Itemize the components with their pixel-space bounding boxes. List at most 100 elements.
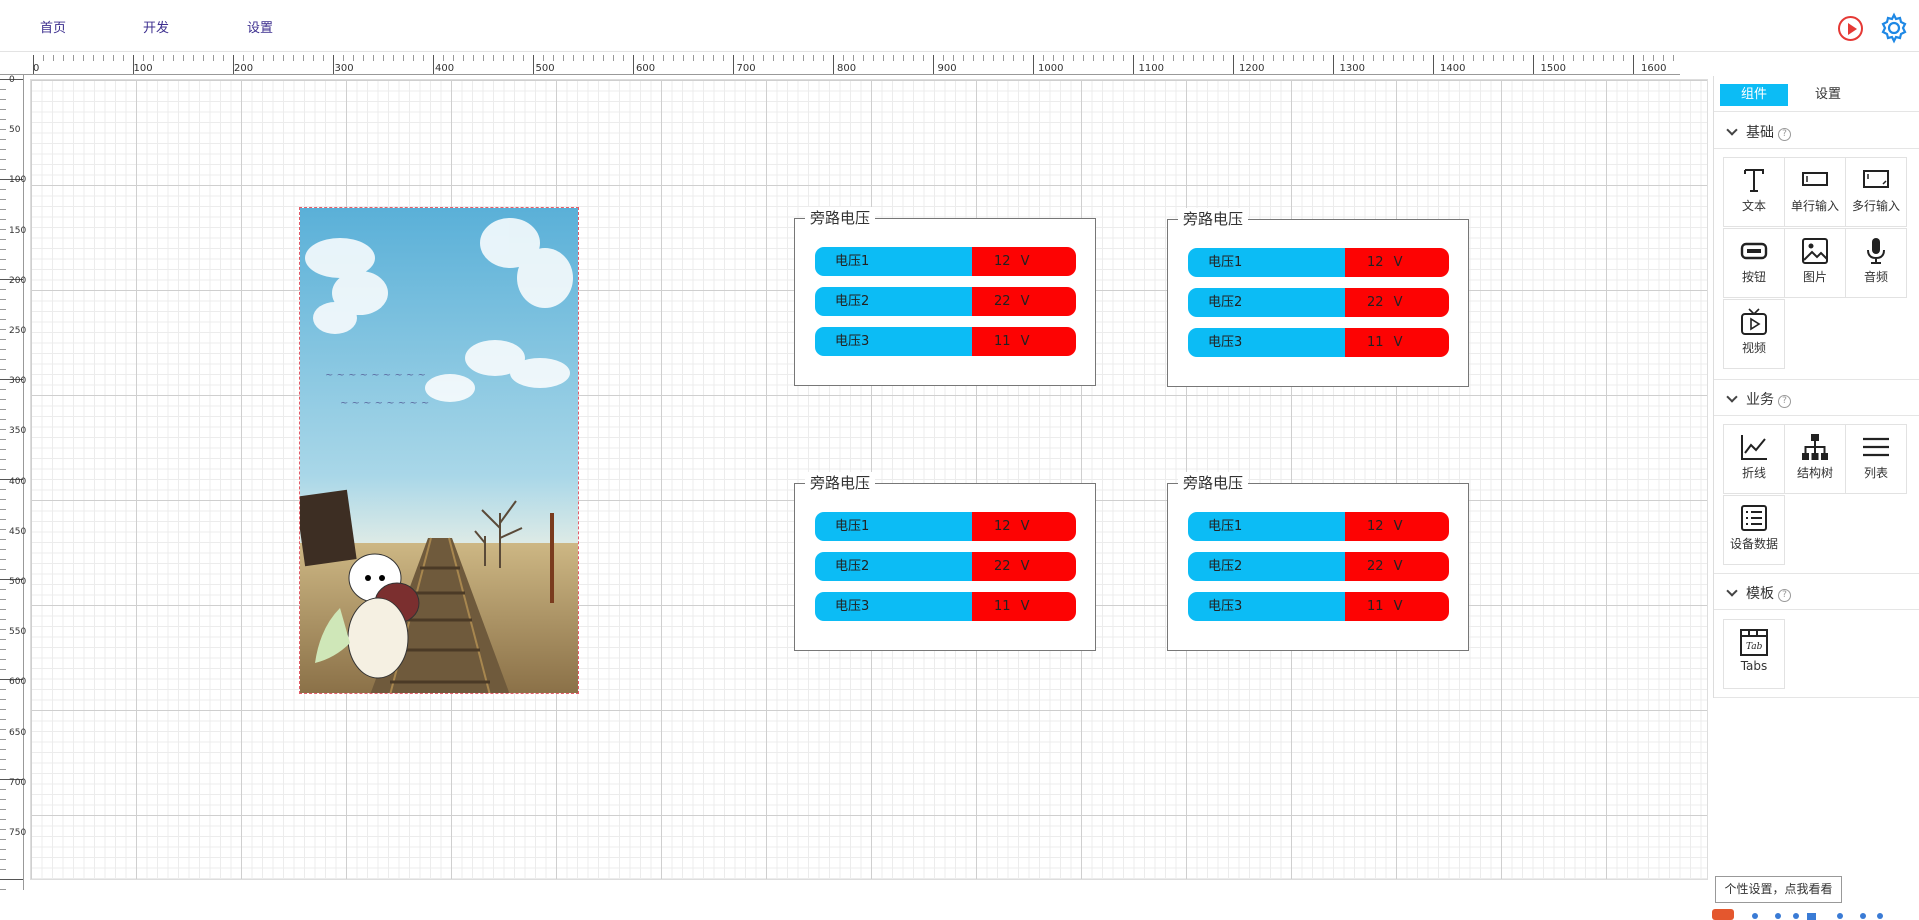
help-icon[interactable]: ?	[1778, 589, 1791, 602]
voltage-label: 电压1	[815, 512, 972, 541]
ruler-left-label: 50	[9, 125, 21, 136]
sidebar-tabs: 组件 设置	[1714, 76, 1919, 112]
voltage-row: 电压1 12 V	[815, 247, 1076, 276]
component-line-chart[interactable]: 折线	[1723, 424, 1785, 494]
section-business-header[interactable]: 业务?	[1726, 389, 1791, 409]
ruler-top-label: 800	[837, 63, 857, 74]
ruler-left-label: 100	[9, 175, 27, 186]
ruler-top-label: 0	[33, 63, 40, 74]
voltage-label: 电压3	[815, 327, 972, 356]
video-icon	[1741, 308, 1767, 335]
voltage-value: 12 V	[1345, 512, 1449, 541]
ruler-top-label: 200	[234, 63, 254, 74]
nav-home[interactable]: 首页	[40, 17, 66, 36]
tile-label: 结构树	[1796, 466, 1833, 480]
ruler-top-label: 1200	[1239, 63, 1265, 74]
component-device-data[interactable]: 设备数据	[1723, 495, 1785, 565]
ruler-top-label: 500	[535, 63, 555, 74]
voltage-label: 电压2	[1188, 552, 1345, 581]
play-icon[interactable]	[1838, 16, 1863, 41]
section-title: 基础	[1746, 125, 1774, 141]
tile-label: 文本	[1741, 199, 1766, 213]
section-title: 业务	[1746, 392, 1774, 408]
ruler-left-label: 700	[9, 777, 27, 788]
help-icon[interactable]: ?	[1778, 128, 1791, 141]
ruler-left-label: 150	[9, 225, 27, 236]
chevron-down-icon	[1726, 124, 1738, 136]
voltage-row: 电压3 11 V	[815, 592, 1076, 621]
nav-develop[interactable]: 开发	[143, 17, 169, 36]
svg-text:~ ~ ~ ~ ~ ~ ~ ~: ~ ~ ~ ~ ~ ~ ~ ~	[340, 398, 429, 409]
voltage-value: 11 V	[972, 327, 1076, 356]
component-multi-line-input[interactable]: 多行输入	[1845, 157, 1907, 227]
tabs-icon: Tab	[1740, 629, 1768, 656]
device-data-icon	[1741, 505, 1767, 531]
chevron-down-icon	[1726, 391, 1738, 403]
tile-label: 多行输入	[1851, 199, 1900, 213]
voltage-value: 12 V	[972, 247, 1076, 276]
svg-text:~ ~ ~ ~ ~ ~ ~ ~ ~: ~ ~ ~ ~ ~ ~ ~ ~ ~	[325, 370, 426, 381]
voltage-row: 电压1 12 V	[1188, 248, 1449, 277]
voltage-row: 电压2 22 V	[815, 552, 1076, 581]
tile-label: Tabs	[1740, 659, 1768, 673]
component-tabs[interactable]: Tab Tabs	[1723, 619, 1785, 689]
text-icon	[1744, 169, 1764, 192]
panel-title: 旁路电压	[805, 472, 876, 493]
bypass-voltage-panel[interactable]: 旁路电压 电压1 12 V 电压2 22 V 电压3 11 V	[1167, 472, 1469, 651]
voltage-row: 电压2 22 V	[815, 287, 1076, 316]
voltage-row: 电压2 22 V	[1188, 552, 1449, 581]
line-chart-icon	[1741, 435, 1767, 460]
voltage-row: 电压3 11 V	[1188, 592, 1449, 621]
railway-cartoon-image: ~ ~ ~ ~ ~ ~ ~ ~ ~ ~ ~ ~ ~ ~ ~ ~ ~	[300, 208, 578, 693]
ruler-top-label: 300	[334, 63, 354, 74]
component-text[interactable]: 文本	[1723, 157, 1785, 227]
ruler-top-label: 700	[736, 63, 756, 74]
component-video[interactable]: 视频	[1723, 299, 1785, 369]
canvas-image[interactable]: ~ ~ ~ ~ ~ ~ ~ ~ ~ ~ ~ ~ ~ ~ ~ ~ ~	[299, 207, 579, 694]
section-title: 模板	[1746, 586, 1774, 602]
component-audio[interactable]: 音频	[1845, 228, 1907, 298]
voltage-value: 22 V	[972, 552, 1076, 581]
ruler-left-label: 650	[9, 727, 27, 738]
gear-icon[interactable]	[1878, 12, 1910, 44]
bypass-voltage-panel[interactable]: 旁路电压 电压1 12 V 电压2 22 V 电压3 11 V	[1167, 208, 1469, 387]
personal-settings-tooltip[interactable]: 个性设置，点我看看	[1715, 876, 1842, 903]
top-navigation-bar: 首页 开发 设置	[0, 0, 1919, 52]
component-button[interactable]: 按钮	[1723, 228, 1785, 298]
component-structure-tree[interactable]: 结构树	[1784, 424, 1846, 494]
component-sidebar: 组件 设置 基础? 文本 单行输入 多行输入 按钮 图片 音频 视频 业务? 折…	[1713, 76, 1919, 698]
tree-icon	[1802, 434, 1828, 460]
tab-components[interactable]: 组件	[1720, 84, 1788, 106]
tile-label: 视频	[1741, 341, 1766, 355]
voltage-row: 电压1 12 V	[815, 512, 1076, 541]
bypass-voltage-panel[interactable]: 旁路电压 电压1 12 V 电压2 22 V 电压3 11 V	[794, 207, 1096, 386]
ruler-top-label: 100	[133, 63, 153, 74]
ruler-top-label: 600	[636, 63, 656, 74]
section-template-header[interactable]: 模板?	[1726, 583, 1791, 603]
list-icon	[1863, 437, 1889, 457]
bypass-voltage-panel[interactable]: 旁路电压电压1 12 V 电压2 22 V 电压3 11 V	[794, 472, 1096, 651]
voltage-label: 电压2	[815, 552, 972, 581]
system-tray-icons	[1712, 909, 1883, 920]
voltage-label: 电压2	[1188, 288, 1345, 317]
tab-settings[interactable]: 设置	[1794, 84, 1862, 106]
component-list[interactable]: 列表	[1845, 424, 1907, 494]
component-single-line-input[interactable]: 单行输入	[1784, 157, 1846, 227]
microphone-icon	[1867, 238, 1885, 264]
help-icon[interactable]: ?	[1778, 395, 1791, 408]
component-image[interactable]: 图片	[1784, 228, 1846, 298]
ruler-left-label: 0	[9, 75, 15, 85]
tile-label: 图片	[1802, 270, 1827, 284]
ruler-left-label: 550	[9, 627, 27, 638]
voltage-row: 电压3 11 V	[815, 327, 1076, 356]
voltage-value: 22 V	[1345, 288, 1449, 317]
voltage-value: 11 V	[1345, 328, 1449, 357]
voltage-label: 电压2	[815, 287, 972, 316]
voltage-label: 电压1	[815, 247, 972, 276]
ruler-left-label: 300	[9, 376, 27, 387]
tile-label: 音频	[1863, 270, 1888, 284]
section-basic-header[interactable]: 基础?	[1726, 122, 1791, 142]
voltage-row: 电压2 22 V	[1188, 288, 1449, 317]
nav-settings[interactable]: 设置	[247, 17, 273, 36]
voltage-row: 电压3 11 V	[1188, 328, 1449, 357]
